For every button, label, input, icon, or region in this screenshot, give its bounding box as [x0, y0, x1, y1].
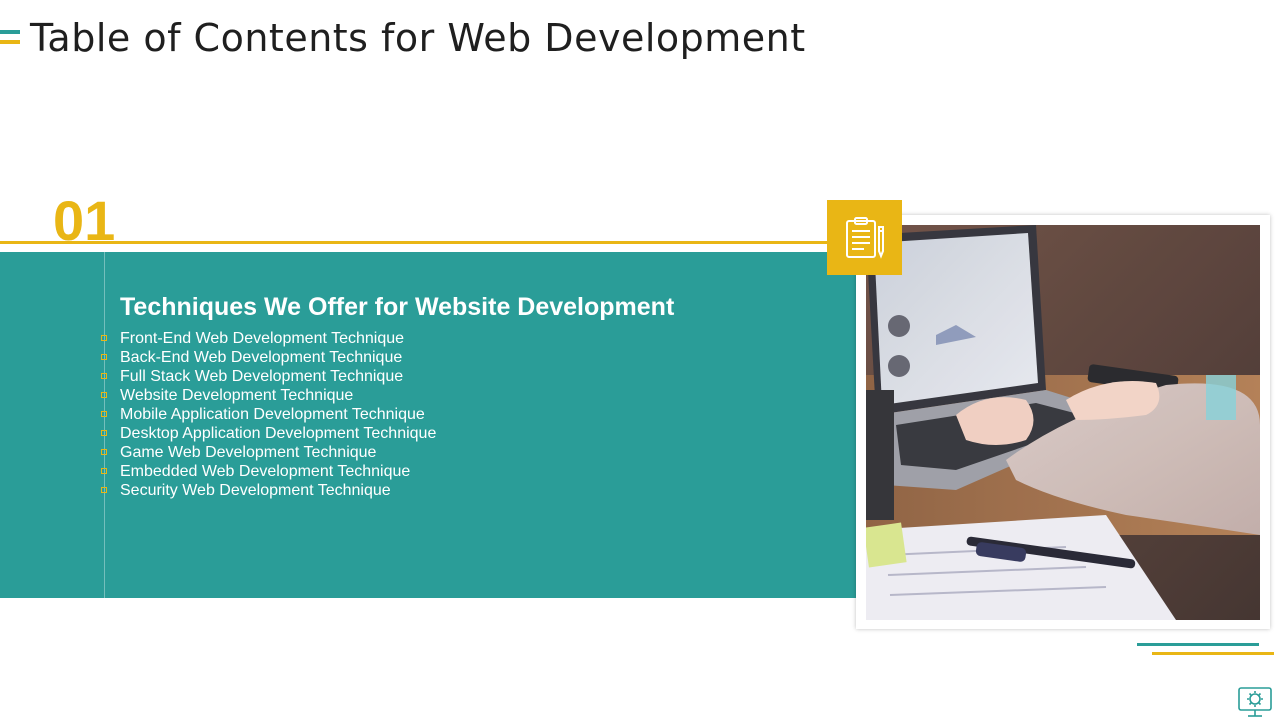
- laptop-photo: [866, 225, 1260, 620]
- title-accent-gold: [0, 40, 20, 44]
- topic-label: Website Development Technique: [120, 387, 354, 404]
- square-bullet-icon: [101, 487, 107, 493]
- square-bullet-icon: [101, 373, 107, 379]
- square-bullet-icon: [101, 335, 107, 341]
- topic-label: Mobile Application Development Technique: [120, 406, 425, 423]
- square-bullet-icon: [101, 430, 107, 436]
- square-bullet-icon: [101, 411, 107, 417]
- gold-divider-rule: [0, 241, 830, 244]
- topic-label: Game Web Development Technique: [120, 444, 377, 461]
- section-heading: Techniques We Offer for Website Developm…: [120, 293, 675, 321]
- laptop-work-illustration: [866, 225, 1260, 620]
- page-title: Table of Contents for Web Development: [30, 16, 806, 60]
- topic-label: Embedded Web Development Technique: [120, 463, 411, 480]
- square-bullet-icon: [101, 468, 107, 474]
- topic-label: Front-End Web Development Technique: [120, 330, 405, 347]
- square-bullet-icon: [101, 449, 107, 455]
- topic-label: Security Web Development Technique: [120, 482, 391, 499]
- decor-gold-line: [1152, 652, 1274, 655]
- topic-label: Back-End Web Development Technique: [120, 349, 403, 366]
- square-bullet-icon: [101, 354, 107, 360]
- panel-vertical-divider: [104, 252, 105, 598]
- square-bullet-icon: [101, 392, 107, 398]
- decor-teal-line: [1137, 643, 1259, 646]
- topic-label: Full Stack Web Development Technique: [120, 368, 404, 385]
- section-icon-tile: [827, 200, 902, 275]
- topic-label: Desktop Application Development Techniqu…: [120, 425, 437, 442]
- gear-monitor-icon: [1238, 687, 1272, 717]
- section-number: 01: [53, 189, 116, 252]
- clipboard-pen-icon: [845, 216, 884, 259]
- photo-frame: [856, 215, 1270, 629]
- title-accent-teal: [0, 30, 20, 34]
